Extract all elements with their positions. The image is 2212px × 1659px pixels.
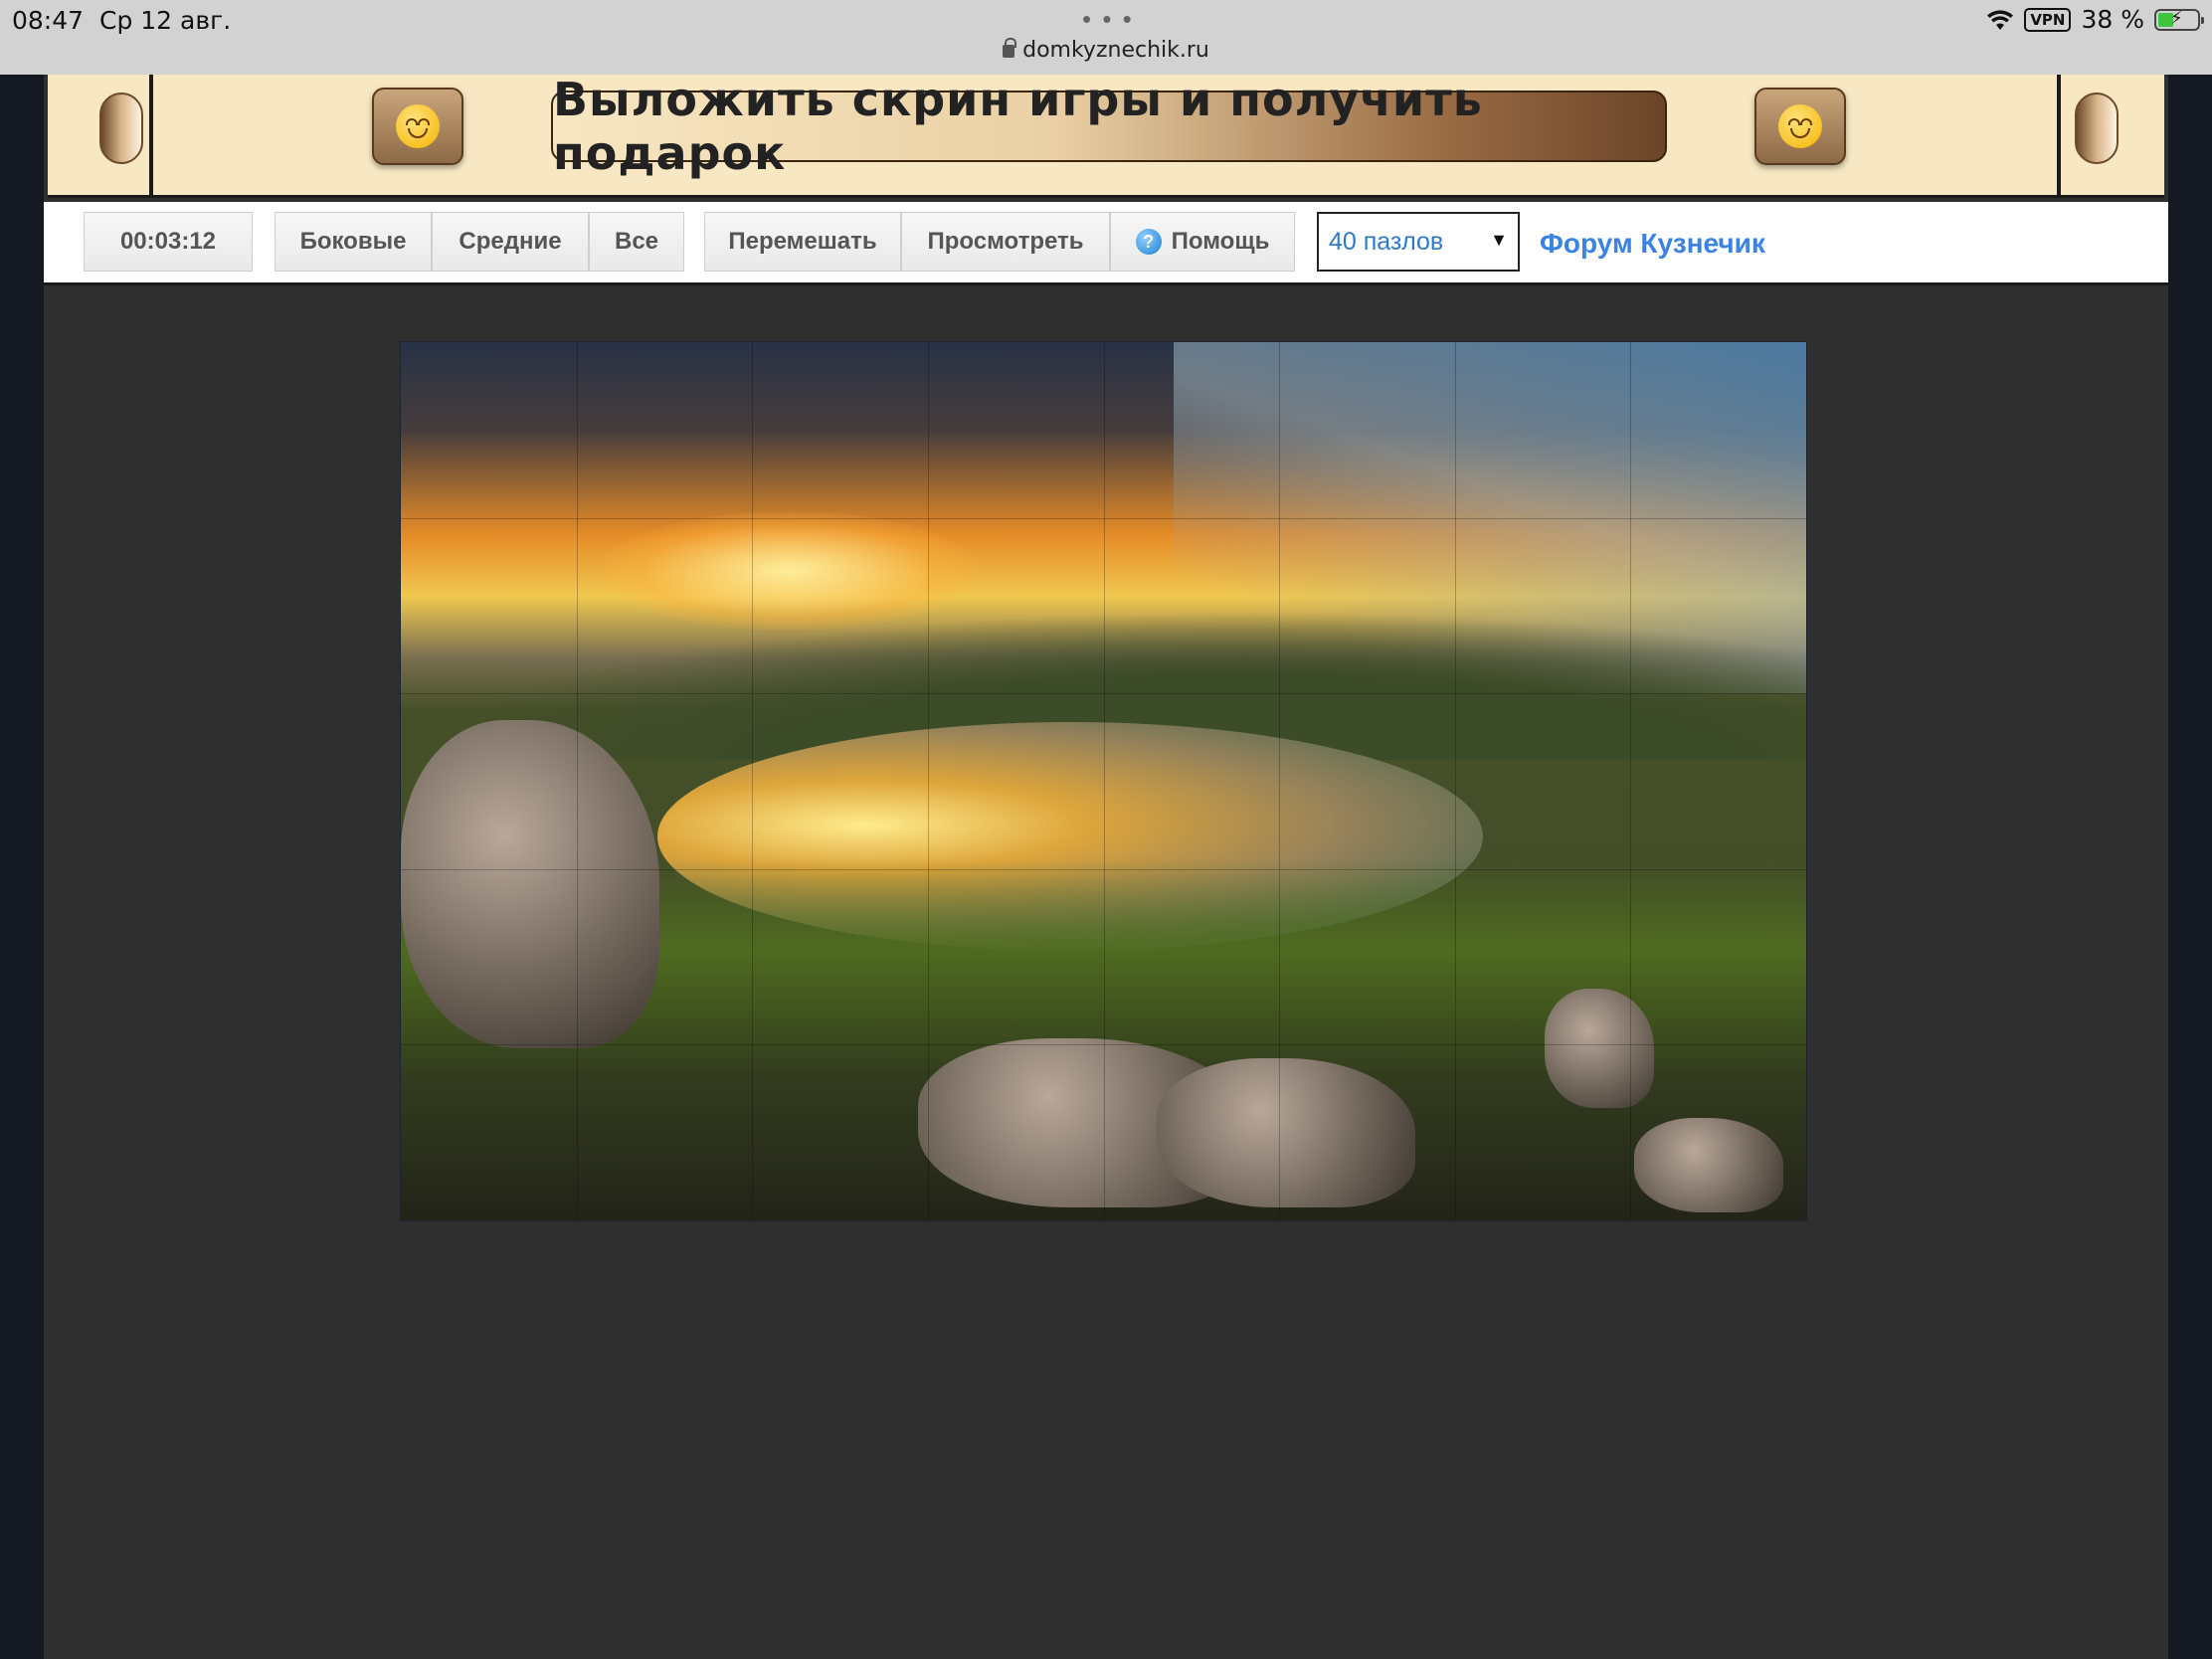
puzzle-grid-line [401,1044,1806,1046]
banner-divider [2057,75,2061,198]
wifi-icon [1986,9,2014,31]
lock-icon [1003,38,1017,58]
pieces-count-select[interactable]: 40 пазлов ▼ [1317,212,1520,272]
hugging-face-emoji-button[interactable] [1754,88,1846,165]
share-screenshot-button[interactable]: Выложить скрин игры и получить подарок [551,73,1667,180]
help-label: Помощь [1171,228,1270,255]
battery-percent: 38 % [2081,5,2144,34]
preview-button[interactable]: Просмотреть [901,212,1110,272]
banner-divider [149,75,153,198]
puzzle-grid-line [401,868,1806,870]
puzzle-grid-line [576,342,578,1220]
hugging-face-icon [396,104,440,148]
url-text: domkyznechik.ru [1022,38,1209,63]
middle-pieces-button[interactable]: Средние [432,212,589,272]
multitasking-dots-icon[interactable]: • • • [1082,4,1134,35]
puzzle-grid [401,342,1806,1220]
puzzle-grid-line [752,342,754,1220]
game-toolbar: 00:03:12 Боковые Средние Все Перемешать … [44,202,2168,285]
puzzle-grid-line [927,342,929,1220]
battery-icon: ⚡ [2154,8,2204,31]
status-date: Ср 12 авг. [99,6,232,35]
forum-link[interactable]: Форум Кузнечик [1540,228,1765,260]
all-pieces-button[interactable]: Все [589,212,684,272]
puzzle-grid-line [1630,342,1632,1220]
hugging-face-emoji-button[interactable] [372,88,463,165]
pieces-count-value: 40 пазлов [1329,227,1444,256]
hugging-face-icon [1778,104,1822,148]
shuffle-button[interactable]: Перемешать [704,212,901,272]
status-time: 08:47 [12,6,85,35]
dropdown-arrow-icon: ▼ [1490,230,1508,250]
puzzle-board[interactable] [400,341,1807,1221]
timer-display: 00:03:12 [84,212,253,272]
promo-banner: Выложить скрин игры и получить подарок [48,73,2164,198]
ios-status-bar: 08:47 Ср 12 авг. • • • domkyznechik.ru V… [0,0,2212,75]
banner-right-pill [2075,92,2119,164]
puzzle-grid-line [1454,342,1456,1220]
help-icon: ? [1135,229,1162,255]
puzzle-grid-line [1279,342,1281,1220]
page: Выложить скрин игры и получить подарок 0… [44,73,2168,1659]
puzzle-grid-line [1103,342,1105,1220]
address-bar[interactable]: domkyznechik.ru [0,38,2212,63]
banner-left-pill [99,92,143,164]
edge-pieces-button[interactable]: Боковые [275,212,432,272]
puzzle-grid-line [401,693,1806,695]
help-button[interactable]: ? Помощь [1110,212,1295,272]
puzzle-grid-line [401,517,1806,519]
vpn-badge: VPN [2024,7,2072,32]
